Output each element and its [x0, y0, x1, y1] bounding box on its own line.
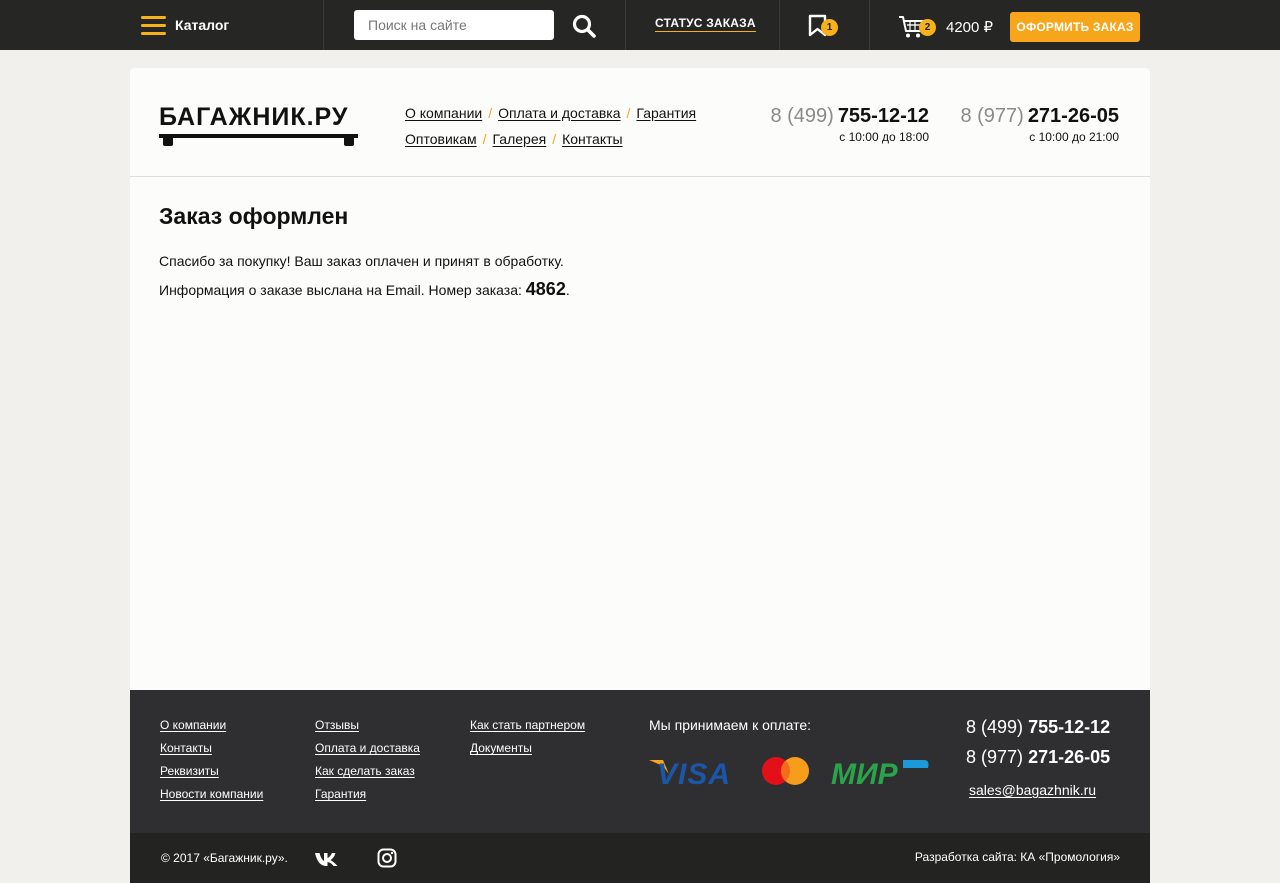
svg-text:МИР: МИР: [831, 758, 899, 788]
divider: [869, 0, 870, 50]
footer-link-about[interactable]: О компании: [160, 718, 263, 741]
nav-link-payment-delivery[interactable]: Оплата и доставка: [498, 105, 620, 121]
nav-link-wholesale[interactable]: Оптовикам: [405, 131, 477, 147]
order-status-link[interactable]: СТАТУС ЗАКАЗА: [655, 16, 756, 32]
footer-links-col-1: О компании Контакты Реквизиты Новости ко…: [160, 718, 263, 810]
footer-link-reviews[interactable]: Отзывы: [315, 718, 420, 741]
divider: [625, 0, 626, 50]
search-icon[interactable]: [571, 13, 597, 39]
payment-title: Мы принимаем к оплате:: [649, 717, 812, 733]
header-phone-2[interactable]: 8 (977) 271-26-05 с 10:00 до 21:00: [960, 105, 1119, 144]
footer: О компании Контакты Реквизиты Новости ко…: [130, 690, 1150, 833]
nav-link-about[interactable]: О компании: [405, 105, 482, 121]
instagram-icon[interactable]: [377, 848, 397, 868]
footer-phone-1[interactable]: 8 (499) 755-12-12: [966, 717, 1110, 738]
logo-text: БАГАЖНИК.РУ: [159, 103, 349, 131]
visa-logo-icon: VISA: [649, 758, 731, 788]
nav-link-gallery[interactable]: Галерея: [493, 131, 547, 147]
site-logo[interactable]: БАГАЖНИК.РУ: [159, 104, 359, 148]
bottom-bar: © 2017 «Багажник.ру». Разработка сайта: …: [130, 833, 1150, 883]
header-phone-1[interactable]: 8 (499) 755-12-12 с 10:00 до 18:00: [770, 105, 929, 144]
footer-phone-2[interactable]: 8 (977) 271-26-05: [966, 747, 1110, 768]
vk-icon[interactable]: [314, 851, 340, 867]
main-card: БАГАЖНИК.РУ О компании / Оплата и достав…: [130, 68, 1150, 690]
cart-count-badge: 2: [919, 19, 936, 36]
order-number: 4862: [525, 279, 566, 299]
checkout-button[interactable]: ОФОРМИТЬ ЗАКАЗ: [1010, 12, 1140, 42]
cart-total: 4200 ₽: [946, 19, 994, 36]
search-input[interactable]: [354, 10, 554, 40]
footer-links-col-3: Как стать партнером Документы: [470, 718, 585, 764]
divider: [130, 176, 1150, 177]
logo-wheel-icon: [344, 136, 354, 146]
payment-logos: VISA МИР: [649, 757, 929, 788]
favorites-button[interactable]: 1: [808, 14, 842, 38]
footer-link-documents[interactable]: Документы: [470, 741, 585, 764]
catalog-label: Каталог: [175, 17, 230, 33]
footer-link-news[interactable]: Новости компании: [160, 787, 263, 810]
mastercard-logo-icon: [762, 757, 809, 785]
footer-link-requisites[interactable]: Реквизиты: [160, 764, 263, 787]
order-info-message: Информация о заказе выслана на Email. Но…: [159, 279, 570, 299]
footer-link-contacts[interactable]: Контакты: [160, 741, 263, 764]
favorites-count-badge: 1: [821, 19, 838, 36]
cart-button[interactable]: 2: [898, 14, 938, 40]
divider: [779, 0, 780, 50]
hamburger-menu-icon: [141, 15, 166, 35]
footer-link-partner[interactable]: Как стать партнером: [470, 718, 585, 741]
header-nav: О компании / Оплата и доставка / Гаранти…: [405, 105, 697, 147]
mir-logo-icon: МИР: [831, 758, 929, 788]
copyright: © 2017 «Багажник.ру».: [161, 851, 288, 865]
logo-rack-bar: [159, 134, 358, 138]
phone-hours: с 10:00 до 18:00: [839, 130, 929, 144]
phone-hours: с 10:00 до 21:00: [1029, 130, 1119, 144]
footer-email-link[interactable]: sales@bagazhnik.ru: [969, 782, 1096, 798]
svg-text:VISA: VISA: [657, 758, 731, 788]
footer-link-warranty[interactable]: Гарантия: [315, 787, 420, 810]
thanks-message: Спасибо за покупку! Ваш заказ оплачен и …: [159, 253, 564, 269]
logo-wheel-icon: [163, 136, 173, 146]
nav-link-contacts[interactable]: Контакты: [562, 131, 622, 147]
page-title: Заказ оформлен: [159, 203, 349, 229]
footer-links-col-2: Отзывы Оплата и доставка Как сделать зак…: [315, 718, 420, 810]
divider: [323, 0, 324, 50]
top-bar: Каталог СТАТУС ЗАКАЗА 1 2 4200 ₽ ОФОРМИТ…: [0, 0, 1280, 50]
nav-link-warranty[interactable]: Гарантия: [636, 105, 696, 121]
catalog-button[interactable]: Каталог: [141, 15, 229, 35]
footer-link-payment-delivery[interactable]: Оплата и доставка: [315, 741, 420, 764]
developer-credit[interactable]: Разработка сайта: КА «Промология»: [915, 850, 1120, 864]
footer-link-how-to-order[interactable]: Как сделать заказ: [315, 764, 420, 787]
